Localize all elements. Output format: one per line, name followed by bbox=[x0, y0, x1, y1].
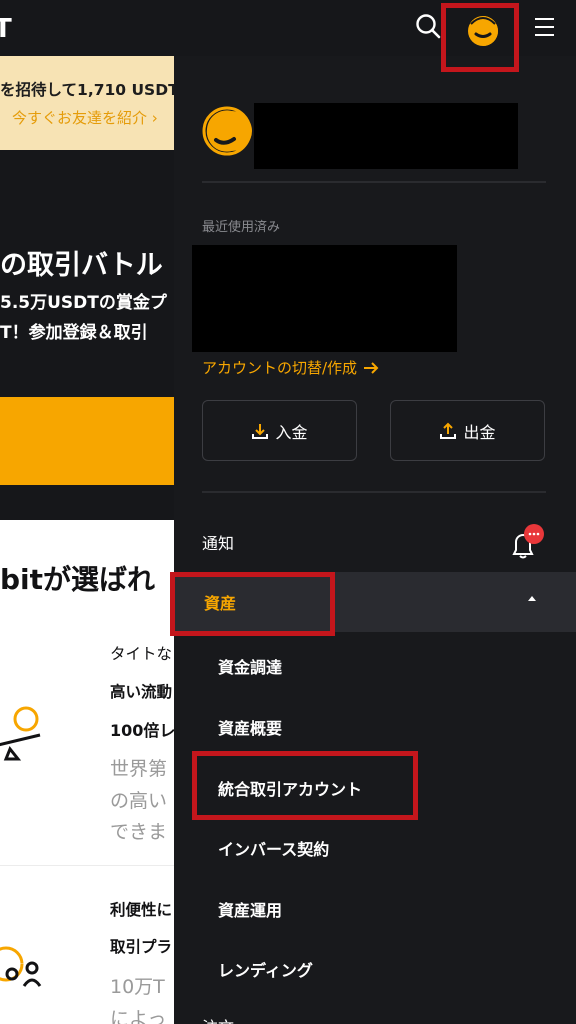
account-drawer: 最近使用済み アカウントの切替/作成 入金 出金 通知 資産 資金調達 資産概要… bbox=[174, 56, 576, 1024]
switch-account-label: アカウントの切替/作成 bbox=[202, 359, 358, 377]
feature-text: 取引プラ bbox=[110, 938, 173, 956]
menu-item-earn[interactable]: 資産運用 bbox=[218, 897, 282, 921]
highlight-avatar bbox=[441, 3, 519, 72]
referral-text: を招待して1,710 USDT bbox=[0, 81, 174, 99]
divider bbox=[0, 865, 174, 866]
notifications-row[interactable]: 通知 bbox=[174, 512, 576, 572]
menu-item-inverse-contracts[interactable]: インバース契約 bbox=[218, 836, 329, 860]
profile-avatar-icon bbox=[202, 106, 252, 156]
feature-desc: の高い bbox=[110, 790, 168, 812]
withdraw-button[interactable]: 出金 bbox=[390, 400, 545, 461]
menu-item-asset-overview[interactable]: 資産概要 bbox=[218, 715, 282, 739]
menu-item-lending[interactable]: レンディング bbox=[218, 957, 313, 981]
highlight-assets bbox=[170, 572, 335, 636]
logo: T bbox=[0, 14, 12, 44]
users-icon bbox=[0, 946, 42, 987]
notifications-label: 通知 bbox=[202, 534, 235, 553]
feature-desc: できま bbox=[110, 821, 168, 843]
hero-title: の取引バトル bbox=[0, 250, 163, 281]
why-section: bitが選ばれ タイトな 高い流動 100倍レ 世界第 の高い できま 利便性に… bbox=[0, 520, 174, 1024]
balance-icon bbox=[0, 706, 41, 761]
hero-banner: の取引バトル 5.5万USDTの賞金プ T！参加登録＆取引 bbox=[0, 150, 174, 520]
menu-item-orders[interactable]: 注文 bbox=[202, 1014, 234, 1024]
switch-account-link[interactable]: アカウントの切替/作成 bbox=[202, 357, 379, 378]
feature-text: 利便性に bbox=[110, 901, 173, 919]
redacted-user-info bbox=[254, 103, 518, 169]
divider bbox=[202, 181, 546, 183]
arrow-right-icon bbox=[364, 361, 379, 374]
caret-up-icon bbox=[528, 596, 536, 601]
deposit-label: 入金 bbox=[275, 422, 308, 442]
hero-cta-button[interactable] bbox=[0, 397, 174, 485]
download-icon bbox=[252, 423, 269, 439]
bell-icon bbox=[512, 524, 544, 559]
feature-text: タイトな bbox=[110, 645, 173, 663]
hamburger-menu-icon[interactable] bbox=[532, 14, 558, 40]
referral-link[interactable]: 今すぐお友達を紹介 › bbox=[12, 107, 158, 128]
hero-subtitle: 5.5万USDTの賞金プ bbox=[0, 293, 167, 313]
upload-icon bbox=[440, 422, 457, 439]
why-heading: bitが選ばれ bbox=[0, 563, 156, 596]
redacted-recent-account bbox=[192, 245, 457, 352]
search-icon[interactable] bbox=[414, 12, 442, 40]
highlight-unified-account bbox=[192, 751, 418, 820]
feature-desc: 世界第 bbox=[110, 758, 168, 780]
menu-item-funding[interactable]: 資金調達 bbox=[218, 654, 282, 678]
feature-text: 高い流動 bbox=[110, 683, 173, 701]
hero-subtitle-2: T！参加登録＆取引 bbox=[0, 323, 148, 343]
feature-text: 100倍レ bbox=[110, 721, 174, 740]
deposit-button[interactable]: 入金 bbox=[202, 400, 357, 461]
withdraw-label: 出金 bbox=[463, 422, 496, 442]
divider bbox=[202, 491, 546, 493]
recent-label: 最近使用済み bbox=[202, 220, 281, 235]
referral-banner[interactable]: を招待して1,710 USDT 今すぐお友達を紹介 › bbox=[0, 56, 174, 150]
feature-desc: 10万T bbox=[110, 976, 165, 998]
feature-desc: によっ bbox=[110, 1008, 167, 1024]
